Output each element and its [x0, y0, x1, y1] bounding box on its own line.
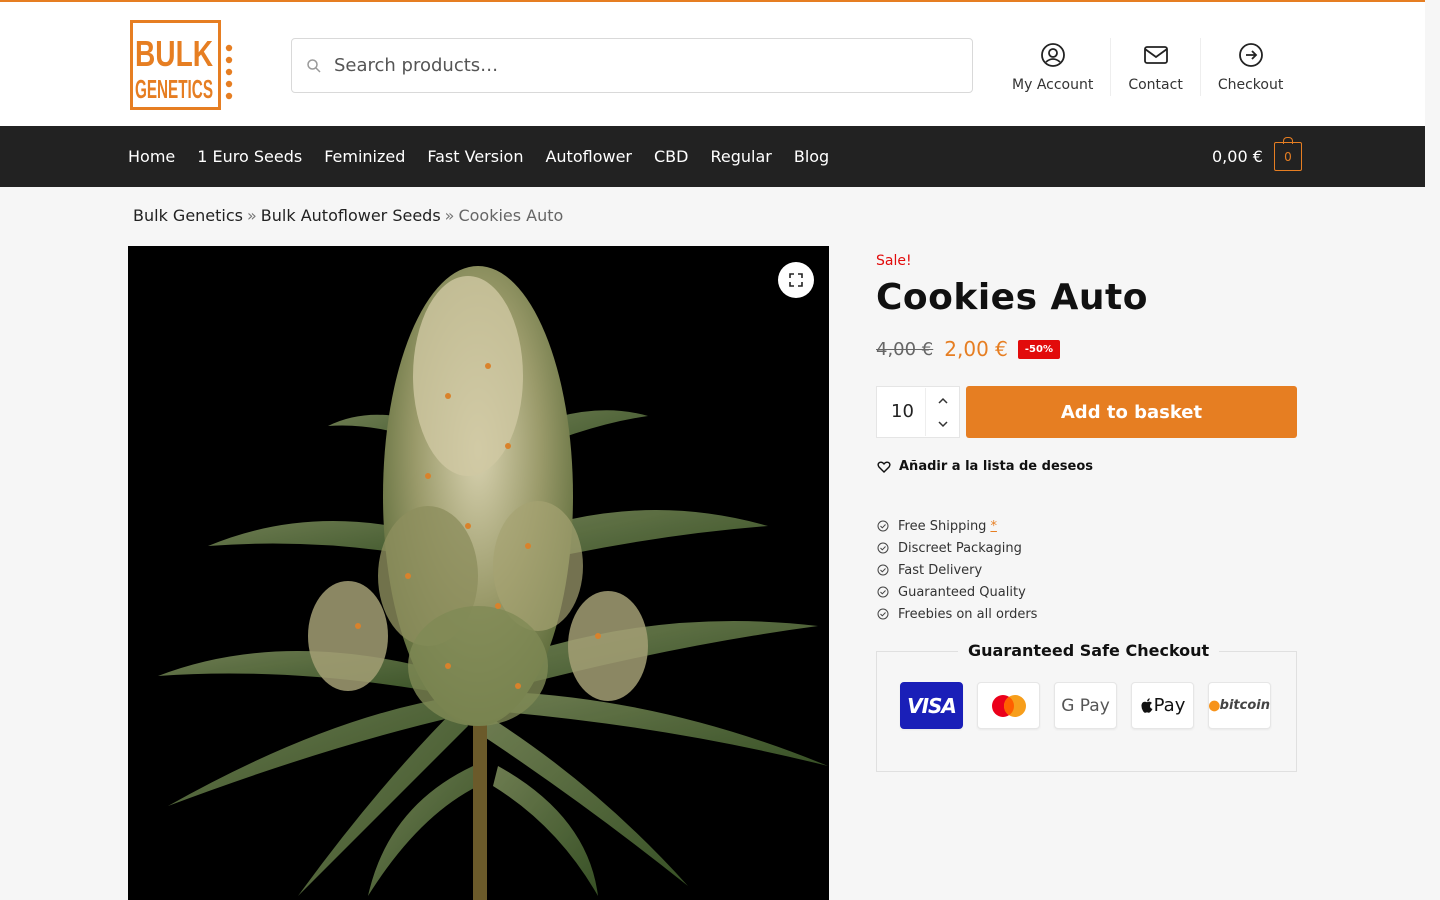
site-logo[interactable]: BULK GENETICS: [130, 20, 234, 110]
nav-item-home[interactable]: Home: [128, 147, 175, 166]
payment-methods: VISA G Pay Pay bitcoin: [900, 682, 1285, 729]
google-pay-logo: G Pay: [1054, 682, 1117, 729]
check-circle-icon: [877, 564, 889, 576]
arrow-circle-right-icon: [1238, 43, 1263, 67]
perk-item: Freebies on all orders: [877, 603, 1037, 625]
user-circle-icon: [1040, 43, 1065, 67]
cart-count-badge: 0: [1273, 137, 1302, 171]
free-shipping-note-link[interactable]: *: [990, 519, 997, 534]
perk-item: Discreet Packaging: [877, 537, 1037, 559]
zoom-button[interactable]: [778, 262, 814, 298]
search-box[interactable]: [291, 38, 973, 93]
apple-pay-logo: Pay: [1131, 682, 1194, 729]
breadcrumb-separator: »: [444, 206, 455, 225]
quantity-decrease-button[interactable]: [925, 412, 959, 436]
cart-total: 0,00 €: [1212, 147, 1263, 166]
my-account-link[interactable]: My Account: [995, 38, 1112, 96]
nav-item-autoflower[interactable]: Autoflower: [545, 147, 632, 166]
nav-item-1-euro-seeds[interactable]: 1 Euro Seeds: [197, 147, 302, 166]
check-circle-icon: [877, 608, 889, 620]
chevron-down-icon: [937, 420, 948, 427]
quantity-increase-button[interactable]: [925, 388, 959, 412]
product-image[interactable]: [128, 246, 829, 900]
contact-label: Contact: [1128, 77, 1183, 93]
product-title: Cookies Auto: [876, 277, 1148, 318]
breadcrumb-link-home[interactable]: Bulk Genetics: [133, 206, 243, 225]
perk-label: Freebies on all orders: [898, 606, 1038, 622]
google-pay-label: G Pay: [1061, 695, 1110, 716]
search-input[interactable]: [334, 39, 954, 92]
nav-item-regular[interactable]: Regular: [710, 147, 771, 166]
perk-item: Guaranteed Quality: [877, 581, 1037, 603]
check-circle-icon: [877, 542, 889, 554]
breadcrumb-link-category[interactable]: Bulk Autoflower Seeds: [261, 206, 441, 225]
contact-link[interactable]: Contact: [1111, 38, 1201, 96]
breadcrumb-separator: »: [247, 206, 257, 225]
sale-label: Sale!: [876, 253, 912, 269]
perks-list: Free Shipping * Discreet Packaging Fast D…: [877, 515, 1037, 625]
main-navigation: Home 1 Euro Seeds Feminized Fast Version…: [0, 126, 1425, 187]
price-block: 4,00 € 2,00 € -50%: [876, 337, 1060, 361]
header-links: My Account Contact Checkout: [995, 38, 1300, 96]
site-header: BULK GENETICS My Account Con: [0, 0, 1425, 126]
heart-icon: [877, 461, 891, 473]
sale-price: 2,00 €: [944, 337, 1008, 361]
old-price: 4,00 €: [876, 338, 934, 360]
quantity-value[interactable]: 10: [891, 401, 914, 422]
perk-label: Discreet Packaging: [898, 540, 1022, 556]
nav-item-fast-version[interactable]: Fast Version: [427, 147, 523, 166]
add-to-basket-button[interactable]: Add to basket: [966, 386, 1297, 438]
checkout-label: Checkout: [1217, 77, 1284, 93]
check-circle-icon: [877, 586, 889, 598]
wishlist-label: Añadir a la lista de deseos: [899, 459, 1093, 474]
cart-button[interactable]: 0,00 € 0: [1212, 137, 1302, 171]
perk-item: Fast Delivery: [877, 559, 1037, 581]
svg-text:BULK: BULK: [135, 33, 213, 74]
apple-icon: [1141, 697, 1153, 713]
breadcrumb: Bulk Genetics» Bulk Autoflower Seeds» Cook…: [133, 206, 563, 225]
expand-icon: [789, 273, 803, 287]
perk-label: Free Shipping: [898, 518, 987, 534]
plant-illustration: [128, 246, 829, 900]
nav-item-cbd[interactable]: CBD: [654, 147, 688, 166]
discount-badge: -50%: [1017, 339, 1060, 359]
checkout-link[interactable]: Checkout: [1201, 38, 1301, 96]
bitcoin-logo: bitcoin: [1208, 682, 1271, 729]
breadcrumb-current: Cookies Auto: [458, 206, 564, 225]
perk-item: Free Shipping *: [877, 515, 1037, 537]
visa-logo: VISA: [900, 682, 963, 729]
check-circle-icon: [877, 520, 889, 532]
search-icon: [307, 59, 321, 73]
bitcoin-label: bitcoin: [1219, 698, 1270, 713]
svg-text:GENETICS: GENETICS: [135, 74, 213, 104]
nav-item-blog[interactable]: Blog: [794, 147, 829, 166]
mastercard-icon: [991, 694, 1026, 717]
nav-menu: Home 1 Euro Seeds Feminized Fast Version…: [128, 126, 851, 187]
mastercard-logo: [977, 682, 1040, 729]
envelope-icon: [1143, 46, 1168, 64]
safe-checkout-title: Guaranteed Safe Checkout: [958, 641, 1220, 660]
perk-label: Fast Delivery: [898, 562, 983, 578]
perk-label: Guaranteed Quality: [898, 584, 1026, 600]
chevron-up-icon: [937, 397, 948, 404]
nav-item-feminized[interactable]: Feminized: [324, 147, 405, 166]
bitcoin-icon: [1209, 700, 1220, 711]
quantity-stepper[interactable]: 10: [876, 386, 960, 438]
my-account-label: My Account: [1012, 77, 1094, 93]
wishlist-link[interactable]: Añadir a la lista de deseos: [877, 459, 1093, 474]
apple-pay-label: Pay: [1153, 695, 1186, 716]
